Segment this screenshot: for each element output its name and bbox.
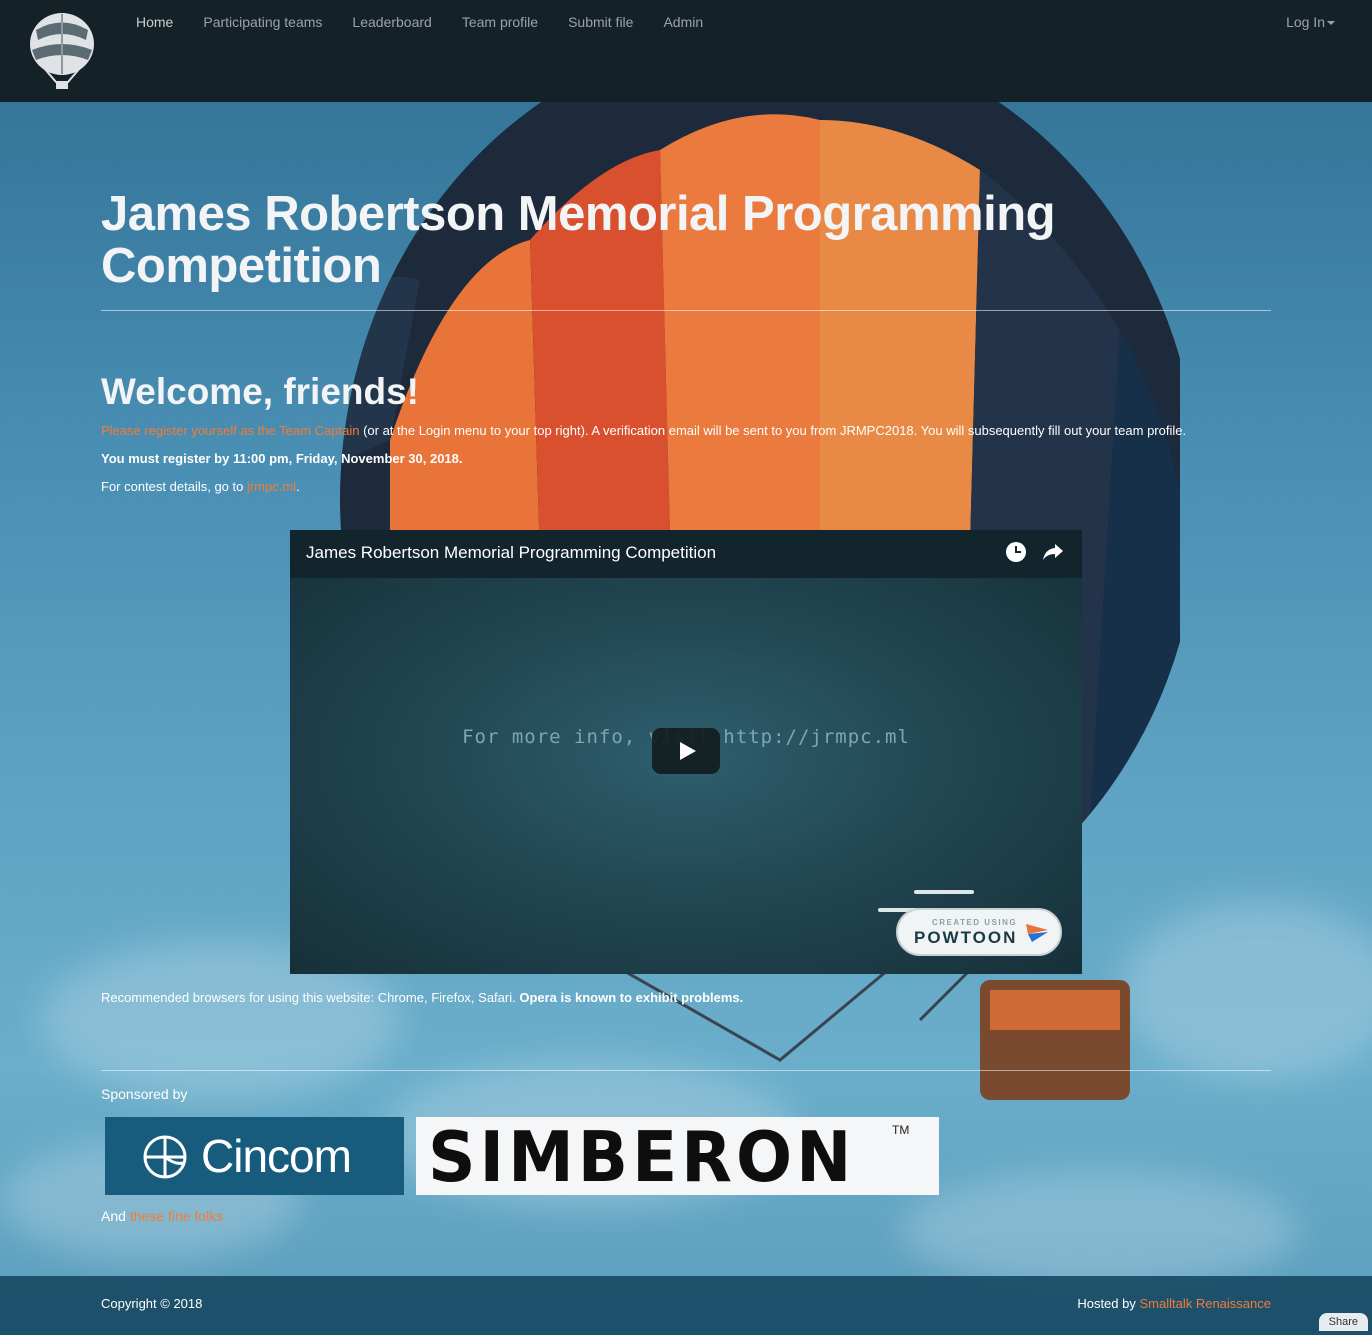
simberon-trademark: TM (892, 1123, 910, 1137)
details-paragraph: For contest details, go to jrmpc.ml. (101, 477, 1271, 497)
additional-sponsors: And these fine folks (101, 1208, 223, 1224)
details-suffix: . (296, 479, 300, 494)
main-content: James Robertson Memorial Programming Com… (101, 102, 1271, 497)
nav-submit-file[interactable]: Submit file (568, 14, 633, 30)
page-title: James Robertson Memorial Programming Com… (101, 187, 1056, 293)
browser-text: Recommended browsers for using this webs… (101, 990, 520, 1005)
nav-leaderboard[interactable]: Leaderboard (352, 14, 431, 30)
and-prefix: And (101, 1208, 130, 1224)
chevron-down-icon (1327, 21, 1335, 26)
play-icon[interactable] (652, 728, 720, 774)
top-navbar: Home Participating teams Leaderboard Tea… (0, 0, 1372, 102)
simberon-logo[interactable]: SIMBERON TM (416, 1117, 939, 1198)
login-dropdown[interactable]: Log In (1286, 14, 1335, 30)
hosted-by: Hosted by Smalltalk Renaissance (1077, 1296, 1271, 1311)
details-prefix: For contest details, go to (101, 479, 247, 494)
title-divider (101, 310, 1271, 311)
sponsors-divider (101, 1070, 1271, 1071)
deadline-text: You must register by 11:00 pm, Friday, N… (101, 451, 463, 466)
video-title[interactable]: James Robertson Memorial Programming Com… (306, 543, 716, 563)
main-nav: Home Participating teams Leaderboard Tea… (136, 14, 703, 30)
fine-folks-link[interactable]: these fine folks (130, 1208, 223, 1224)
page-footer: Copyright © 2018 Hosted by Smalltalk Ren… (0, 1276, 1372, 1335)
sponsored-by-label: Sponsored by (101, 1086, 188, 1102)
powtoon-badge[interactable]: CREATED USING POWTOON (896, 908, 1062, 956)
powtoon-name: POWTOON (914, 928, 1018, 947)
video-controls (1006, 542, 1064, 562)
register-text: (or at the Login menu to your top right)… (359, 423, 1187, 438)
cincom-logo[interactable]: Cincom (105, 1117, 404, 1195)
share-icon[interactable] (1042, 542, 1064, 562)
cincom-globe-icon (143, 1135, 187, 1179)
register-link[interactable]: Please register yourself as the Team Cap… (101, 423, 359, 438)
powtoon-created-label: CREATED USING (932, 918, 1018, 927)
clock-icon[interactable] (1006, 542, 1026, 562)
welcome-heading: Welcome, friends! (101, 371, 420, 412)
hosted-prefix: Hosted by (1077, 1296, 1140, 1311)
powtoon-logo-icon (1026, 924, 1048, 942)
register-paragraph: Please register yourself as the Team Cap… (101, 421, 1271, 441)
nav-participating-teams[interactable]: Participating teams (203, 14, 322, 30)
copyright-text: Copyright © 2018 (101, 1296, 203, 1311)
details-link[interactable]: jrmpc.ml (247, 479, 296, 494)
opera-warning: Opera is known to exhibit problems. (519, 990, 744, 1005)
smalltalk-renaissance-link[interactable]: Smalltalk Renaissance (1139, 1296, 1271, 1311)
simberon-wordmark: SIMBERON (428, 1117, 856, 1198)
nav-home[interactable]: Home (136, 14, 173, 30)
nav-admin[interactable]: Admin (663, 14, 703, 30)
cincom-wordmark: Cincom (201, 1130, 352, 1182)
login-label: Log In (1286, 14, 1325, 30)
share-button[interactable]: Share (1318, 1313, 1368, 1331)
hot-air-balloon-logo-icon[interactable] (26, 10, 98, 92)
speed-line-decoration (914, 890, 974, 894)
browser-recommendation: Recommended browsers for using this webs… (101, 990, 743, 1005)
nav-team-profile[interactable]: Team profile (462, 14, 538, 30)
